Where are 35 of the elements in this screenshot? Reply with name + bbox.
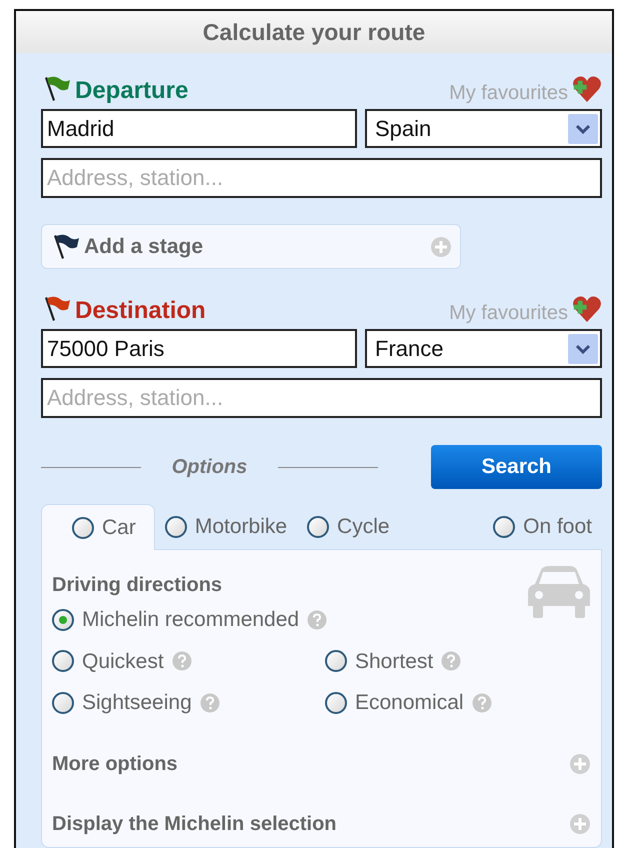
search-button[interactable]: Search: [431, 445, 602, 489]
section-label: Departure: [75, 79, 188, 103]
options-label: Options: [170, 455, 248, 480]
panel-title: Calculate your route: [202, 18, 426, 47]
address-field[interactable]: Address, station...: [41, 158, 602, 198]
heart-plus-icon[interactable]: [572, 75, 602, 103]
section-label: Destination: [75, 299, 206, 323]
chevron-down-icon: [568, 114, 598, 144]
option-label: Quickest: [82, 648, 164, 674]
mode-tab[interactable]: Car: [41, 504, 155, 550]
country-select[interactable]: France: [365, 329, 602, 368]
address-field[interactable]: Address, station...: [41, 378, 602, 418]
radio-button[interactable]: [164, 516, 187, 538]
option-label: Michelin recommended: [82, 607, 300, 633]
chevron-down-icon: [568, 334, 598, 364]
radio-button[interactable]: [325, 692, 347, 714]
radio-button[interactable]: [72, 516, 94, 538]
expander-label[interactable]: Display the Michelin selection: [52, 808, 337, 838]
option-label: Shortest: [355, 648, 434, 674]
option-label: Economical: [355, 690, 464, 716]
radio-button[interactable]: [325, 650, 347, 672]
radio-button[interactable]: [52, 608, 74, 631]
city-field[interactable]: Madrid: [41, 109, 357, 148]
directions-title: Driving directions: [52, 573, 222, 598]
radio-button[interactable]: [493, 516, 516, 538]
country-select[interactable]: Spain: [365, 109, 602, 148]
heart-plus-icon[interactable]: [572, 295, 602, 323]
radio-button[interactable]: [52, 650, 74, 672]
city-field[interactable]: 75000 Paris: [41, 329, 357, 368]
add-stage-button[interactable]: Add a stage: [41, 224, 461, 269]
car-icon: [527, 566, 591, 618]
option-label: Sightseeing: [82, 690, 192, 716]
expander-label[interactable]: More options: [52, 748, 178, 778]
radio-button[interactable]: [307, 516, 330, 538]
radio-button[interactable]: [52, 692, 74, 714]
